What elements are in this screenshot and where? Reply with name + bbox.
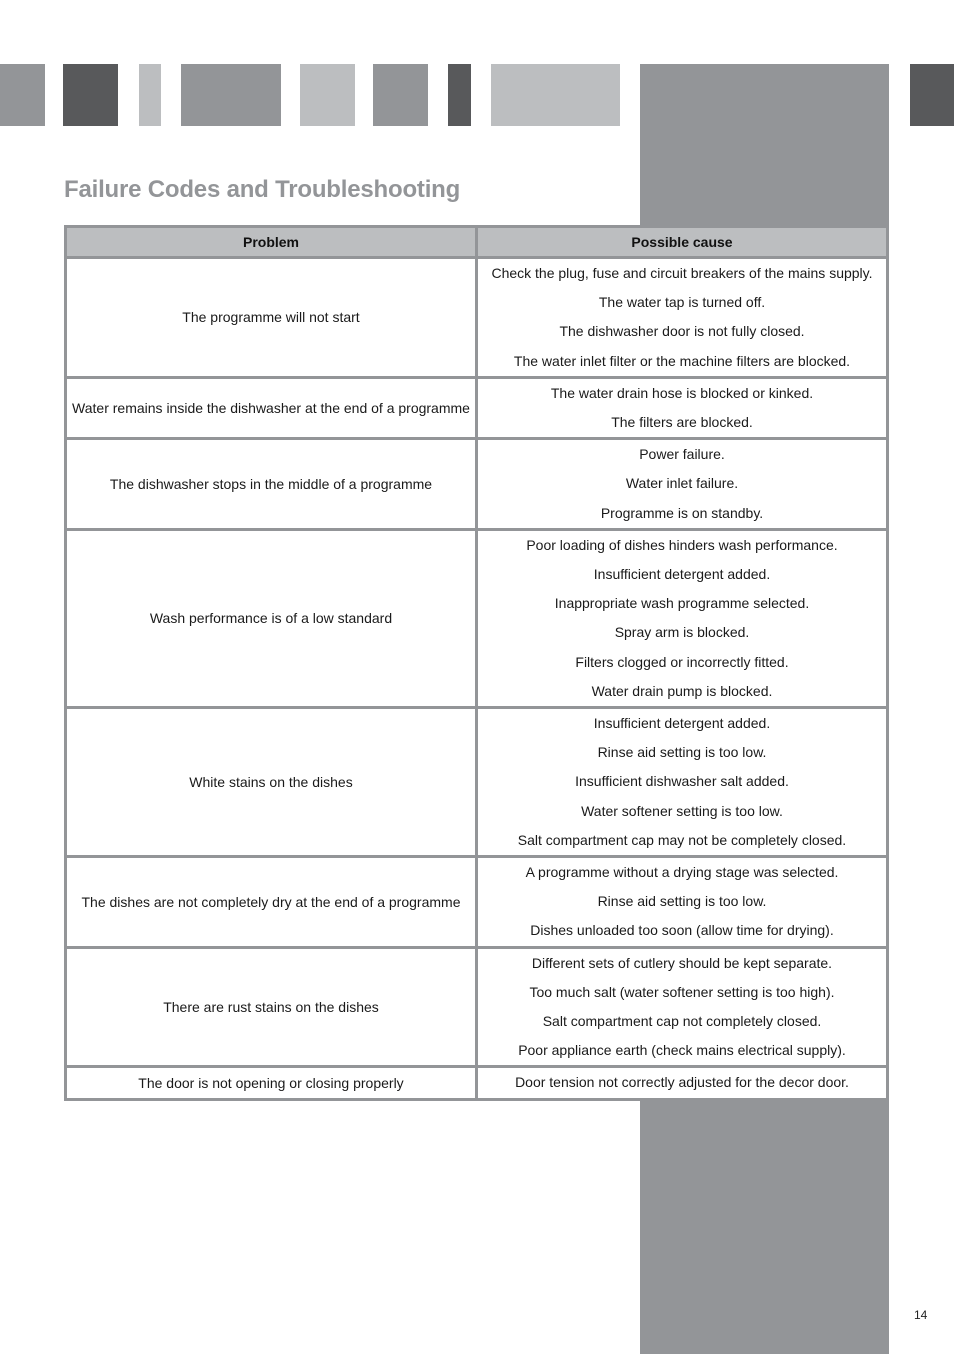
decor-block: [448, 64, 471, 126]
cause-cell: A programme without a drying stage was s…: [475, 855, 889, 949]
cause-cell: Check the plug, fuse and circuit breaker…: [475, 256, 889, 379]
cause-item: Water drain pump is blocked.: [591, 682, 773, 699]
cause-item: Poor loading of dishes hinders wash perf…: [526, 536, 838, 553]
cause-item: The water tap is turned off.: [598, 294, 766, 311]
cause-item: The dishwasher door is not fully closed.: [559, 323, 805, 340]
cause-cell: Power failure. Water inlet failure. Progra…: [475, 437, 889, 531]
cause-item: Inappropriate wash programme selected.: [554, 595, 810, 612]
cause-item: Water inlet failure.: [625, 475, 739, 492]
cause-cell: Door tension not correctly adjusted for …: [475, 1065, 889, 1101]
cause-item: Salt compartment cap may not be complete…: [517, 831, 847, 848]
cause-item: Insufficient detergent added.: [593, 715, 771, 732]
decor-block: [910, 64, 954, 126]
decor-block: [181, 64, 281, 126]
decor-block: [63, 64, 118, 126]
table-row: Wash performance is of a low standard Poo…: [64, 527, 889, 710]
cause-cell: The water drain hose is blocked or kinke…: [475, 375, 889, 441]
troubleshooting-table: Problem Possible cause The programme wil…: [64, 225, 889, 1101]
cause-item: Spray arm is blocked.: [614, 624, 750, 641]
decor-block: [139, 64, 161, 126]
problem-cell: The door is not opening or closing prope…: [64, 1065, 478, 1101]
problem-cell: The dishwasher stops in the middle of a …: [64, 437, 478, 531]
cause-item: Door tension not correctly adjusted for …: [515, 1074, 849, 1091]
decor-block: [491, 64, 620, 126]
problem-cell: The dishes are not completely dry at the…: [64, 855, 478, 949]
cause-item: The filters are blocked.: [611, 414, 753, 431]
page-title: Failure Codes and Troubleshooting: [64, 176, 461, 203]
cause-item: The water inlet filter or the machine fi…: [513, 352, 851, 369]
cause-item: Check the plug, fuse and circuit breaker…: [491, 265, 873, 281]
decor-block: [373, 64, 428, 126]
cause-item: Too much salt (water softener setting is…: [529, 983, 835, 1000]
table-row: There are rust stains on the dishes Diffe…: [64, 945, 889, 1069]
cause-cell: Different sets of cutlery should be kept…: [475, 945, 889, 1069]
header-possible-cause: Possible cause: [475, 225, 889, 259]
cause-item: Dishes unloaded too soon (allow time for…: [530, 922, 834, 939]
table-row: Water remains inside the dishwasher at t…: [64, 375, 889, 441]
cause-item: Programme is on standby.: [600, 504, 764, 521]
problem-cell: The programme will not start: [64, 256, 478, 379]
cause-item: Rinse aid setting is too low.: [597, 893, 767, 910]
problem-cell: Wash performance is of a low standard: [64, 527, 478, 710]
table-row: The dishes are not completely dry at the…: [64, 855, 889, 949]
cause-item: Power failure.: [639, 446, 725, 463]
cause-item: Salt compartment cap not completely clos…: [542, 1013, 822, 1030]
table-row: The dishwasher stops in the middle of a …: [64, 437, 889, 531]
cause-item: Rinse aid setting is too low.: [597, 744, 767, 761]
cause-item: Different sets of cutlery should be kept…: [531, 954, 833, 971]
table-row: White stains on the dishes Insufficient d…: [64, 706, 889, 859]
problem-cell: There are rust stains on the dishes: [64, 945, 478, 1069]
header-problem: Problem: [64, 225, 478, 259]
cause-item: Water softener setting is too low.: [581, 802, 783, 819]
cause-cell: Poor loading of dishes hinders wash perf…: [475, 527, 889, 710]
decor-block: [0, 64, 45, 126]
cause-item: The water drain hose is blocked or kinke…: [550, 384, 814, 401]
cause-cell: Insufficient detergent added. Rinse aid s…: [475, 706, 889, 859]
cause-item: Filters clogged or incorrectly fitted.: [575, 653, 789, 670]
page-number: 14: [914, 1308, 928, 1322]
cause-item: A programme without a drying stage was s…: [525, 864, 839, 881]
cause-item: Insufficient detergent added.: [593, 566, 771, 583]
cause-item: Insufficient dishwasher salt added.: [575, 773, 789, 790]
problem-cell: White stains on the dishes: [64, 706, 478, 859]
problem-cell: Water remains inside the dishwasher at t…: [64, 375, 478, 441]
table-row: The door is not opening or closing prope…: [64, 1065, 889, 1101]
table-header-row: Problem Possible cause: [64, 225, 889, 259]
decor-block: [300, 64, 355, 126]
cause-item: Poor appliance earth (check mains electr…: [518, 1042, 846, 1059]
table-row: The programme will not start Check the pl…: [64, 256, 889, 379]
